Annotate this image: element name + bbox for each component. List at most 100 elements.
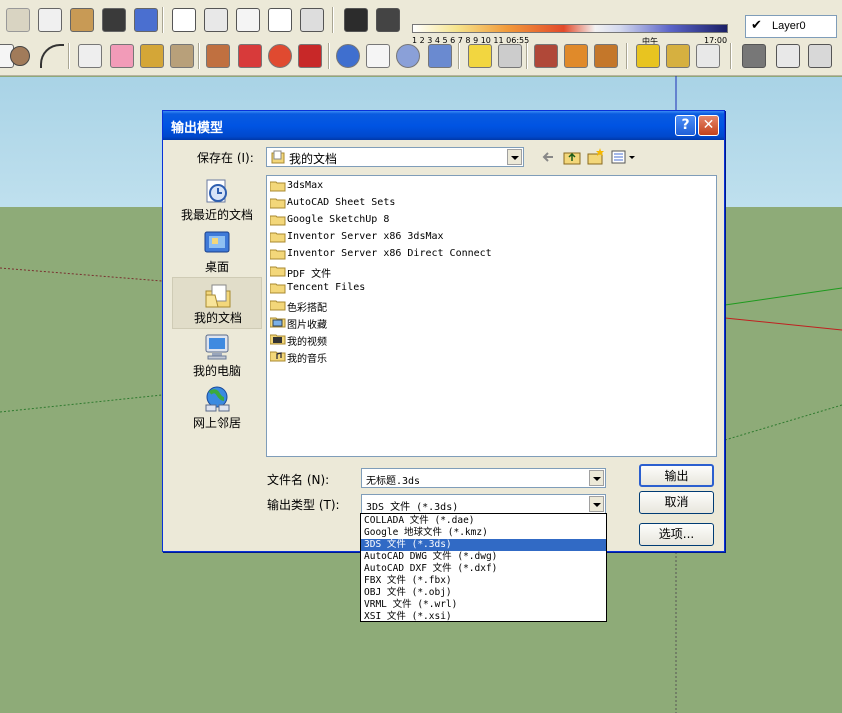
network-places-icon (205, 386, 230, 412)
file-name: Inventor Server x86 Direct Connect (287, 248, 492, 259)
dialog-title: 输出模型 (171, 121, 224, 136)
filetype-option[interactable]: FBX 文件 (*.fbx) (361, 575, 606, 587)
my-documents-small-icon (271, 150, 285, 164)
circle-icon[interactable] (10, 46, 30, 66)
save-in-dropdown[interactable]: 我的文档 (266, 147, 524, 167)
chevron-down-icon[interactable] (589, 496, 604, 512)
chevron-down-icon[interactable] (507, 149, 522, 165)
folder-icon (270, 300, 286, 311)
save-in-label: 保存在 (I): (197, 151, 254, 165)
iso-view-icon[interactable] (38, 8, 62, 32)
place-my-documents[interactable]: 我的文档 (172, 277, 262, 329)
chevron-down-icon[interactable] (589, 470, 604, 486)
place-network[interactable]: 网上邻居 (172, 381, 262, 433)
select-icon[interactable] (6, 8, 30, 32)
add-location-icon[interactable] (468, 44, 492, 68)
layer-dropdown[interactable]: ✔ Layer0 (745, 15, 837, 38)
make-component-icon[interactable] (78, 44, 102, 68)
layer-name: Layer0 (772, 20, 806, 32)
help-button[interactable]: ? (675, 115, 696, 136)
filetype-option[interactable]: XSI 文件 (*.xsi) (361, 611, 606, 623)
house-view-icon[interactable] (172, 8, 196, 32)
warehouse-icon[interactable] (534, 44, 558, 68)
export-model-dialog: 输出模型 ? ✕ 保存在 (I): 我的文档 我最近的文档 桌面 我的文档 我的… (162, 110, 725, 552)
orbit-icon[interactable] (336, 44, 360, 68)
paint-bucket-icon[interactable] (170, 44, 194, 68)
filetype-dropdown[interactable]: 3DS 文件 (*.3ds) (361, 494, 606, 514)
up-folder-icon[interactable] (563, 148, 581, 165)
my-computer-icon (205, 334, 229, 360)
place-model-icon[interactable] (636, 44, 660, 68)
toolbar-separator (458, 43, 460, 69)
house-back-icon[interactable] (204, 8, 228, 32)
filetype-option-selected[interactable]: 3DS 文件 (*.3ds) (361, 539, 606, 551)
file-name: 我的视频 (287, 337, 327, 348)
place-label: 我最近的文档 (180, 208, 253, 222)
tape-measure-icon[interactable] (140, 44, 164, 68)
view-menu-icon[interactable] (611, 149, 637, 165)
music-folder-icon (270, 351, 286, 362)
place-label: 我的电脑 (192, 364, 241, 378)
new-folder-icon[interactable] (587, 147, 605, 165)
filetype-option[interactable]: VRML 文件 (*.wrl) (361, 599, 606, 611)
place-label: 网上邻居 (192, 416, 241, 430)
recent-documents-icon (206, 179, 227, 203)
push-pull-icon[interactable] (206, 44, 230, 68)
close-button[interactable]: ✕ (698, 115, 719, 136)
get-models-icon[interactable] (564, 44, 588, 68)
house-left-icon[interactable] (236, 8, 260, 32)
place-desktop[interactable]: 桌面 (172, 225, 262, 277)
options-button[interactable]: 选项... (639, 523, 714, 546)
filetype-option[interactable]: OBJ 文件 (*.obj) (361, 587, 606, 599)
display-shadows-icon[interactable] (376, 8, 400, 32)
save-in-value: 我的文档 (289, 152, 338, 166)
filetype-option[interactable]: AutoCAD DWG 文件 (*.dwg) (361, 551, 606, 563)
arc-icon[interactable] (40, 44, 64, 68)
toolbar-separator (730, 43, 732, 69)
section-fill-icon[interactable] (808, 44, 832, 68)
zoom-icon[interactable] (396, 44, 420, 68)
pan-icon[interactable] (366, 44, 390, 68)
export-button[interactable]: 输出 (639, 464, 714, 487)
filetype-value: 3DS 文件 (*.3ds) (366, 502, 459, 513)
place-my-computer[interactable]: 我的电脑 (172, 329, 262, 381)
photo-textures-icon[interactable] (666, 44, 690, 68)
shadow-settings-icon[interactable] (344, 8, 368, 32)
top-view-icon[interactable] (70, 8, 94, 32)
right-view-icon[interactable] (134, 8, 158, 32)
zoom-extents-icon[interactable] (428, 44, 452, 68)
layer-check-icon: ✔ (751, 18, 762, 33)
move-icon[interactable] (238, 44, 262, 68)
eraser-icon[interactable] (110, 44, 134, 68)
rotate-icon[interactable] (268, 44, 292, 68)
filename-value: 无标题.3ds (366, 476, 421, 487)
dialog-titlebar[interactable]: 输出模型 ? ✕ (163, 111, 724, 140)
file-name: 3dsMax (287, 180, 324, 191)
my-documents-icon (205, 284, 231, 308)
toolbar-separator (332, 7, 334, 33)
place-recent-documents[interactable]: 我最近的文档 (172, 173, 262, 225)
file-name: Google SketchUp 8 (287, 214, 390, 225)
section-plane-icon[interactable] (742, 44, 766, 68)
back-icon[interactable] (541, 149, 557, 165)
filetype-label: 输出类型 (T): (267, 498, 340, 512)
filetype-option[interactable]: AutoCAD DXF 文件 (*.dxf) (361, 563, 606, 575)
toolbar-separator (68, 43, 70, 69)
building-maker-icon[interactable] (696, 44, 720, 68)
section-cut-icon[interactable] (776, 44, 800, 68)
house-bottom-icon[interactable] (300, 8, 324, 32)
file-list[interactable]: 3dsMax AutoCAD Sheet Sets Google SketchU… (266, 175, 717, 457)
follow-me-icon[interactable] (298, 44, 322, 68)
cancel-button[interactable]: 取消 (639, 491, 714, 514)
filetype-options-list[interactable]: COLLADA 文件 (*.dae) Google 地球文件 (*.kmz) 3… (360, 513, 607, 622)
front-view-icon[interactable] (102, 8, 126, 32)
filename-input[interactable]: 无标题.3ds (361, 468, 606, 488)
folder-icon (270, 232, 286, 243)
toggle-terrain-icon[interactable] (498, 44, 522, 68)
place-label: 桌面 (204, 260, 229, 274)
filetype-option[interactable]: Google 地球文件 (*.kmz) (361, 527, 606, 539)
share-model-icon[interactable] (594, 44, 618, 68)
house-outline-icon[interactable] (268, 8, 292, 32)
filetype-option[interactable]: COLLADA 文件 (*.dae) (361, 515, 606, 527)
shadow-time-gradient (412, 24, 728, 33)
